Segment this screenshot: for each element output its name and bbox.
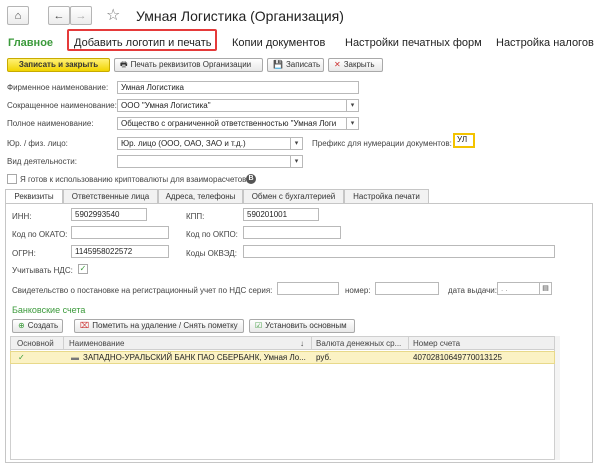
vat-label: Учитывать НДС:	[12, 266, 73, 275]
tab-print-settings[interactable]: Настройки печатных форм	[345, 36, 482, 50]
activity-field[interactable]	[117, 155, 291, 168]
create-account-button[interactable]: ⊕ Создать	[12, 319, 63, 333]
tab-main[interactable]: Главное	[8, 36, 53, 50]
full-name-field[interactable]: Общество с ограниченной ответственностью…	[117, 117, 347, 130]
vat-certificate-label: Свидетельство о постановке на регистраци…	[12, 286, 273, 295]
short-name-dropdown[interactable]: ▾	[347, 99, 359, 112]
entity-type-select[interactable]: Юр. лицо (ООО, ОАО, ЗАО и т.д.)	[117, 137, 291, 150]
vat-certificate-date-field[interactable]: . .	[497, 282, 540, 295]
row-currency: руб.	[316, 353, 332, 362]
bitcoin-icon: B	[246, 174, 256, 184]
okato-label: Код по ОКАТО:	[12, 230, 68, 239]
arrow-left-icon: ←	[53, 9, 65, 22]
column-separator	[311, 336, 312, 350]
set-main-button[interactable]: ☑ Установить основным	[249, 319, 355, 333]
tab-accounting-exchange[interactable]: Обмен с бухгалтерией	[243, 189, 344, 203]
tab-print-setup[interactable]: Настройка печати	[344, 189, 429, 203]
column-separator	[408, 336, 409, 350]
vat-certificate-number-label: номер:	[345, 286, 371, 295]
tab-requisites[interactable]: Реквизиты	[5, 189, 63, 204]
calendar-button[interactable]: ▤	[540, 282, 552, 295]
close-button[interactable]: ✕ Закрыть	[328, 58, 383, 72]
mark-delete-button[interactable]: ⌧ Пометить на удаление / Снять пометку	[74, 319, 244, 333]
bank-accounts-title: Банковские счета	[12, 305, 86, 315]
full-name-dropdown[interactable]: ▾	[347, 117, 359, 130]
vat-certificate-date-label: дата выдачи:	[448, 286, 497, 295]
brand-name-label: Фирменное наименование:	[7, 83, 109, 92]
prefix-field[interactable]: УЛ	[455, 135, 473, 146]
back-button[interactable]: ←	[48, 6, 70, 25]
close-icon: ✕	[334, 60, 341, 69]
vat-certificate-number-field[interactable]	[375, 282, 439, 295]
bank-icon: ▬	[71, 353, 79, 362]
activity-label: Вид деятельности:	[7, 157, 77, 166]
tab-add-logo[interactable]: Добавить логотип и печать	[74, 36, 211, 50]
okpo-field[interactable]	[243, 226, 341, 239]
row-account-number: 40702810649770013125	[413, 353, 502, 362]
entity-type-label: Юр. / физ. лицо:	[7, 139, 68, 148]
floppy-icon: 💾	[273, 60, 283, 69]
okpo-label: Код по ОКПО:	[186, 230, 238, 239]
crypto-label: Я готов к использованию криптовалюты для…	[20, 175, 249, 184]
tab-responsible-persons[interactable]: Ответственные лица	[63, 189, 158, 203]
plus-icon: ⊕	[18, 321, 25, 330]
activity-dropdown[interactable]: ▾	[291, 155, 303, 168]
short-name-field[interactable]: ООО "Умная Логистика"	[117, 99, 347, 112]
row-bank-name: ЗАПАДНО-УРАЛЬСКИЙ БАНК ПАО СБЕРБАНК, Умн…	[83, 353, 306, 362]
forward-button[interactable]: →	[70, 6, 92, 25]
sort-arrow-icon[interactable]: ↓	[300, 339, 304, 348]
vat-checkbox[interactable]: ✓	[78, 264, 88, 274]
short-name-label: Сокращенное наименование:	[7, 101, 117, 110]
bank-table-body	[10, 350, 555, 460]
tab-addresses-phones[interactable]: Адреса, телефоны	[158, 189, 243, 203]
header-account[interactable]: Номер счета	[413, 339, 460, 348]
crypto-checkbox[interactable]	[7, 174, 17, 184]
okved-label: Коды ОКВЭД:	[186, 249, 237, 258]
inn-field[interactable]: 5902993540	[71, 208, 147, 221]
home-button[interactable]: ⌂	[7, 6, 29, 25]
entity-type-dropdown[interactable]: ▾	[291, 137, 303, 150]
kpp-label: КПП:	[186, 212, 205, 221]
page-title: Умная Логистика (Организация)	[136, 8, 344, 24]
kpp-field[interactable]: 590201001	[243, 208, 319, 221]
star-icon[interactable]: ☆	[106, 5, 120, 25]
okved-field[interactable]	[243, 245, 555, 258]
home-icon: ⌂	[14, 9, 22, 22]
check-icon: ☑	[255, 321, 263, 330]
ogrn-field[interactable]: 1145958022572	[71, 245, 169, 258]
arrow-right-icon: →	[75, 9, 87, 22]
brand-name-field[interactable]: Умная Логистика	[117, 81, 359, 94]
save-and-close-button[interactable]: Записать и закрыть	[7, 58, 110, 72]
full-name-label: Полное наименование:	[7, 119, 94, 128]
ogrn-label: ОГРН:	[12, 249, 36, 258]
table-scrollbar[interactable]	[555, 336, 560, 460]
vat-certificate-series-field[interactable]	[277, 282, 339, 295]
tab-document-copies[interactable]: Копии документов	[232, 36, 325, 50]
tab-tax-settings[interactable]: Настройка налогов	[496, 36, 594, 50]
printer-icon: 🖶	[120, 60, 128, 69]
inn-label: ИНН:	[12, 212, 32, 221]
prefix-label: Префикс для нумерации документов:	[312, 139, 452, 148]
print-details-button[interactable]: 🖶 Печать реквизитов Организации	[114, 58, 263, 72]
header-currency[interactable]: Валюта денежных ср...	[316, 339, 401, 348]
header-main[interactable]: Основной	[17, 339, 54, 348]
okato-field[interactable]	[71, 226, 169, 239]
header-name[interactable]: Наименование	[69, 339, 124, 348]
row-main-check: ✓	[18, 353, 25, 362]
save-button[interactable]: 💾 Записать	[267, 58, 324, 72]
delete-mark-icon: ⌧	[80, 321, 90, 330]
column-separator	[63, 336, 64, 350]
